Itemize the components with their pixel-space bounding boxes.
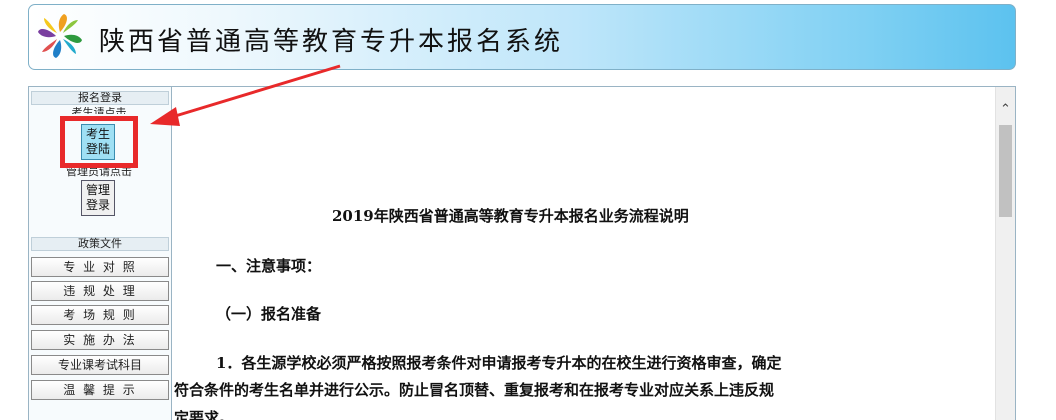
system-logo-icon bbox=[38, 14, 82, 58]
paragraph-item-1-continued: 符合条件的考生名单并进行公示。防止冒名顶替、重复报考和在报考专业对应关系上违反规 bbox=[174, 381, 775, 399]
student-login-button[interactable]: 考生 登陆 bbox=[81, 124, 115, 160]
system-title: 陕西省普通高等教育专升本报名系统 bbox=[99, 27, 564, 57]
scroll-up-arrow-icon[interactable]: ⌃ bbox=[996, 101, 1015, 119]
header-banner: 陕西省普通高等教育专升本报名系统 bbox=[28, 4, 1016, 70]
policy-section-header: 政策文件 bbox=[31, 237, 169, 251]
sidebar: 报名登录 考生请点击 考生 登陆 管理员请点击 管理 登录 政策文件 专 业 对… bbox=[28, 86, 172, 420]
policy-exam-rules-button[interactable]: 考 场 规 则 bbox=[31, 305, 169, 325]
scroll-thumb[interactable] bbox=[999, 125, 1012, 217]
policy-tips-button[interactable]: 温 馨 提 示 bbox=[31, 380, 169, 400]
policy-major-comparison-button[interactable]: 专 业 对 照 bbox=[31, 257, 169, 277]
admin-login-label: 管理 登录 bbox=[85, 183, 110, 212]
content-panel: 2019年陕西省普通高等教育专升本报名业务流程说明 一、注意事项： （一）报名准… bbox=[172, 86, 1016, 420]
vertical-scrollbar[interactable]: ⌃ bbox=[995, 87, 1015, 420]
policy-implementation-button[interactable]: 实 施 办 法 bbox=[31, 330, 169, 350]
paragraph-item-1-continued-2: 定要求。 bbox=[174, 409, 235, 420]
admin-login-button[interactable]: 管理 登录 bbox=[81, 180, 115, 216]
student-login-hint: 考生请点击 bbox=[71, 107, 127, 114]
policy-violation-handling-button[interactable]: 违 规 处 理 bbox=[31, 281, 169, 301]
student-login-label: 考生 登陆 bbox=[85, 127, 110, 156]
paragraph-item-1: 1．各生源学校必须严格按照报考条件对申请报考专升本的在校生进行资格审查，确定 bbox=[216, 354, 782, 372]
document-title: 2019年陕西省普通高等教育专升本报名业务流程说明 bbox=[332, 207, 689, 225]
section-heading-notes: 一、注意事项： bbox=[216, 257, 322, 275]
subsection-heading-preparation: （一）报名准备 bbox=[216, 305, 322, 323]
admin-login-hint: 管理员请点击 bbox=[66, 165, 132, 178]
policy-exam-subjects-button[interactable]: 专业课考试科目 bbox=[31, 355, 169, 375]
login-section-header: 报名登录 bbox=[31, 91, 169, 105]
